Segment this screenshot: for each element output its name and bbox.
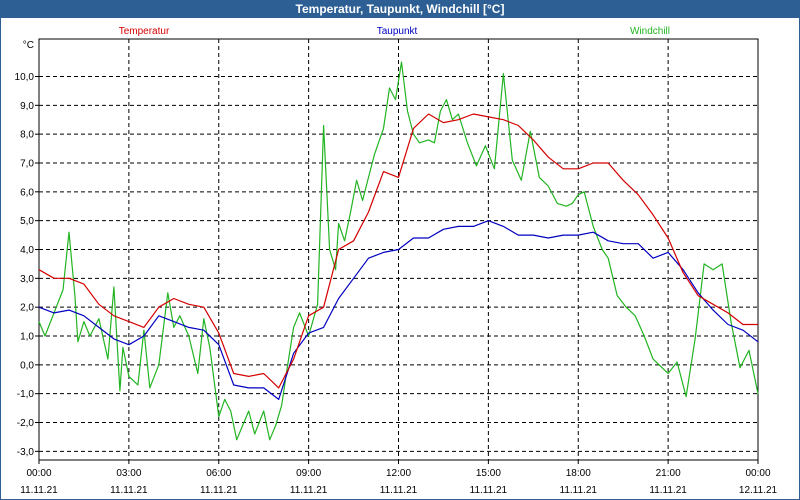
x-tick-time: 18:00 bbox=[566, 468, 591, 479]
x-tick-time: 15:00 bbox=[476, 468, 501, 479]
y-tick-label: -3,0 bbox=[17, 447, 35, 458]
legend: Temperatur Taupunkt Windchill bbox=[119, 26, 670, 37]
x-tick-date: 11.11.21 bbox=[649, 485, 687, 496]
x-tick-date: 11.11.21 bbox=[560, 485, 598, 496]
chart-plot: -3,0 -2,0 -1,0 0,0 1,0 2,0 3,0 4,0 5,0 6,0 7,0 8,0 9… bbox=[15, 26, 778, 496]
x-tick-time: 00:00 bbox=[745, 468, 770, 479]
grid bbox=[35, 39, 759, 464]
x-tick-time: 06:00 bbox=[206, 468, 231, 479]
x-tick-time: 12:00 bbox=[386, 468, 411, 479]
y-tick-label: 6,0 bbox=[20, 187, 34, 198]
y-tick-label: 2,0 bbox=[20, 303, 34, 314]
x-tick-date: 11.11.21 bbox=[200, 485, 238, 496]
series-line-taupunkt bbox=[38, 220, 759, 400]
legend-item-temperatur: Temperatur bbox=[119, 26, 170, 37]
x-tick-date: 11.11.21 bbox=[110, 485, 148, 496]
y-tick-label: -1,0 bbox=[17, 389, 35, 400]
legend-item-windchill: Windchill bbox=[630, 26, 670, 37]
x-tick-time: 03:00 bbox=[116, 468, 141, 479]
x-tick-time: 21:00 bbox=[656, 468, 681, 479]
y-tick-label: 7,0 bbox=[20, 158, 34, 169]
y-tick-label: -2,0 bbox=[17, 418, 35, 429]
y-tick-label: 0,0 bbox=[20, 360, 34, 371]
y-tick-label: 10,0 bbox=[15, 72, 35, 83]
x-tick-date: 12.11.21 bbox=[739, 485, 778, 496]
y-tick-label: 1,0 bbox=[20, 332, 34, 343]
legend-item-taupunkt: Taupunkt bbox=[377, 26, 418, 37]
x-tick-date: 11.11.21 bbox=[290, 485, 328, 496]
y-tick-label: 8,0 bbox=[20, 130, 34, 141]
y-tick-label: 9,0 bbox=[20, 101, 34, 112]
y-tick-label: 3,0 bbox=[20, 274, 34, 285]
y-axis-label: °C bbox=[23, 40, 34, 51]
x-tick-time: 09:00 bbox=[296, 468, 321, 479]
x-tick-date: 11.11.21 bbox=[20, 485, 58, 496]
x-tick-date: 11.11.21 bbox=[470, 485, 508, 496]
y-tick-label: 5,0 bbox=[20, 216, 34, 227]
x-tick-date: 11.11.21 bbox=[380, 485, 418, 496]
x-tick-time: 00:00 bbox=[26, 468, 51, 479]
y-tick-label: 4,0 bbox=[20, 245, 34, 256]
